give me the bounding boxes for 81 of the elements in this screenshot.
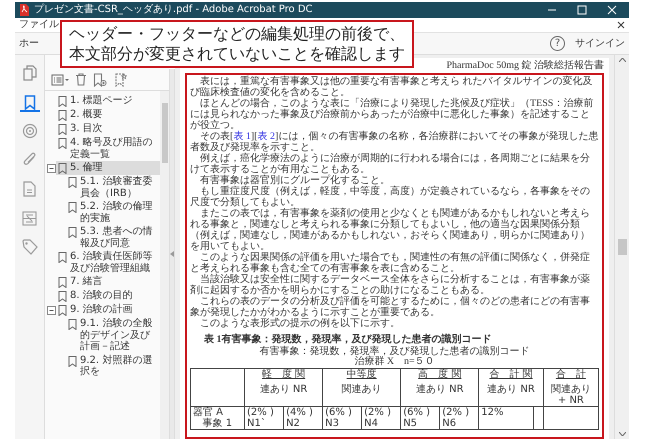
row-header: 器官 A 事象 1 [190, 406, 245, 430]
bookmark-item[interactable]: 5.3. 患者への情報及び同意 [66, 225, 160, 250]
bookmark-icon [68, 227, 77, 238]
table-caption: 有害事象：発現数，発現率，及び発現した患者の識別コード [258, 347, 530, 357]
bookmark-icon [58, 252, 67, 263]
trash-icon[interactable] [75, 73, 87, 86]
paragraph: このような表形式の提示の例を以下に示す。 [199, 318, 401, 329]
column-header: 軽 度 関 [260, 369, 306, 380]
column-header: 合 計 関 [488, 369, 534, 380]
paragraph: 有害事象は器官別にグループ化すること。 [199, 175, 390, 186]
sign-in-link[interactable]: サインイン [575, 36, 625, 51]
bookmark-item[interactable]: 2. 概要 [56, 108, 160, 122]
callout-text: ヘッダー・フッターなどの編集処理の前後で、 本文部分が変更されていないことを確認します [60, 20, 414, 68]
bookmark-item[interactable]: 7. 緒言 [56, 275, 160, 289]
table-title: 表 1有害事象：発現数，発現率，及び発現した患者の識別コード [204, 334, 492, 345]
column-subheader: 関連あり + NR [550, 384, 592, 406]
column-header: 合 計 [554, 369, 587, 380]
pdf-file-icon [19, 4, 30, 16]
bookmark-item[interactable]: 9. 治験の計画 [56, 303, 160, 317]
scroll-bar[interactable] [160, 91, 169, 439]
paragraph: ほとんどの場合，このような表に「治療により発現した兆候及び症状」（TESS：治療前には見られなかった事象及び治療前からあったが治療中に悪化した事象）を記述することが役立つ。 [190, 98, 594, 131]
bookmark-icon [58, 96, 67, 107]
column-header: 高 度 関 [417, 369, 462, 380]
add-bookmark-icon[interactable] [93, 72, 107, 86]
paragraph: 表には，重篤な有害事象又は他の重要な有害事象と考えら れたバイタルサインの変化及び臨床検査値の変化を含めること。 [190, 76, 594, 98]
options-icon[interactable] [51, 74, 69, 86]
bookmark-icon [68, 202, 77, 213]
paragraph: もし重症度尺度（例えば，軽度，中等度，高度）が定義されているなら，各事象をその尺度で分類してもよい。 [190, 186, 591, 208]
table-cell: (6% ) N5 [400, 406, 440, 430]
page-header: PharmaDoc 50mg 錠 治験総括報告書 [446, 60, 604, 72]
table-link[interactable]: 表 1 [233, 131, 251, 142]
column-subheader: 関連あり [340, 384, 383, 396]
bookmark-item[interactable]: 4. 略号及び用語の定義一覧 [56, 136, 160, 161]
expand-toggle[interactable] [47, 164, 56, 173]
table-cell: (6% ) N3 [322, 406, 362, 430]
table-link[interactable]: 表 2 [258, 131, 276, 142]
bookmark-icon [68, 319, 77, 330]
group-label: 治療群 X n=５０ [353, 357, 436, 368]
table-cell: (2% ) N1` [244, 406, 284, 430]
bookmark-item[interactable]: 9.2. 対照群の選択を [66, 354, 160, 378]
paragraph: 例えば，癌化学療法のように治療が周期的に行われる場合には，各周期ごとに結果を分けて表示することが有用なこともある。 [190, 153, 591, 175]
bookmark-icon [58, 138, 67, 149]
bookmark-item[interactable]: 3. 目次 [56, 122, 160, 136]
collapse-arrow-icon[interactable] [170, 251, 174, 257]
window-title: プレゼン文書-CSR_ヘッダあり.pdf - Adobe Acrobat Pro DC [34, 5, 314, 15]
bookmark-item[interactable]: 9.1. 治験の全般的デザイン及び計画－記述 [66, 317, 160, 354]
bookmark-icon [58, 305, 67, 316]
bookmark-item[interactable]: 5.1. 治験審査委員会（IRB） [66, 175, 160, 200]
bookmark-icon [58, 124, 67, 135]
column-header: 中等度 [346, 369, 378, 380]
bookmark-item[interactable]: 8. 治験の目的 [56, 289, 160, 303]
bookmark-star-icon[interactable] [113, 72, 127, 86]
menu-item[interactable]: ファイル [19, 20, 59, 30]
bookmark-item[interactable]: 5.2. 治験の倫理的実施 [66, 200, 160, 225]
table-cell: 12% [478, 406, 534, 430]
bookmark-icon [58, 291, 67, 302]
bookmark-icon [58, 163, 67, 174]
column-subheader: 連あり NR [486, 384, 536, 396]
table-cell: (2% ) N6 [440, 406, 479, 430]
table-cell: (2% ) N4 [362, 406, 401, 430]
scroll-bar[interactable] [614, 55, 629, 439]
paragraph: これらの表のデータの分析及び評価を可能とするために，個々のどの患者にどの有害事象が発現したかがわかるように示すことが重要である。 [190, 296, 591, 318]
paragraph: その表[表 1][表 2]には，個々の有害事象の名称，各治療群においてその事象が発現した患者数及び発現率を示すこと。 [190, 131, 599, 153]
expand-toggle[interactable] [47, 306, 56, 315]
help-button[interactable]: ? [550, 36, 565, 51]
bookmark-item[interactable]: 5. 倫理 [56, 161, 160, 175]
paragraph: 当該治験又は安全性に関するデータベース全体をさらに分析することは，有害事象が薬剤に起因するか否かを明らかにすることの助けになることもある。 [190, 274, 591, 296]
bookmark-icon [58, 110, 67, 121]
home-tab[interactable]: ホー [19, 36, 39, 51]
bookmark-icon [68, 356, 77, 366]
bookmark-icon [68, 177, 77, 188]
column-subheader: 連あり NR [258, 384, 308, 396]
paragraph: このような因果関係の評価を用いた場合でも，関連性の有無の評価に関係なく，併発症と考えられる事象も含む全ての有害事象を表に含めること。 [190, 252, 591, 274]
bookmark-item[interactable]: 6. 治験責任医師等及び治験管理組織 [56, 250, 160, 275]
bookmark-icon [58, 277, 67, 288]
table-cell: (4% ) N2 [284, 406, 323, 430]
tag-icon[interactable] [20, 237, 40, 257]
paragraph: またこの表では，有害事象を薬剤の使用と少なくとも関連があるかもしれないと考えられる事象と，関連なしと考えられる事象に分類してもよいし，他の適当な因果関係分類（例えば，関連なし，関連があるかもしれない，おそらく関連あり，明らかに関連あり）を用いてもよい。 [190, 208, 591, 252]
close-icon[interactable] [617, 21, 625, 29]
column-subheader: 連あり NR [414, 384, 465, 396]
bookmark-item[interactable]: 1. 標題ページ [56, 94, 160, 108]
